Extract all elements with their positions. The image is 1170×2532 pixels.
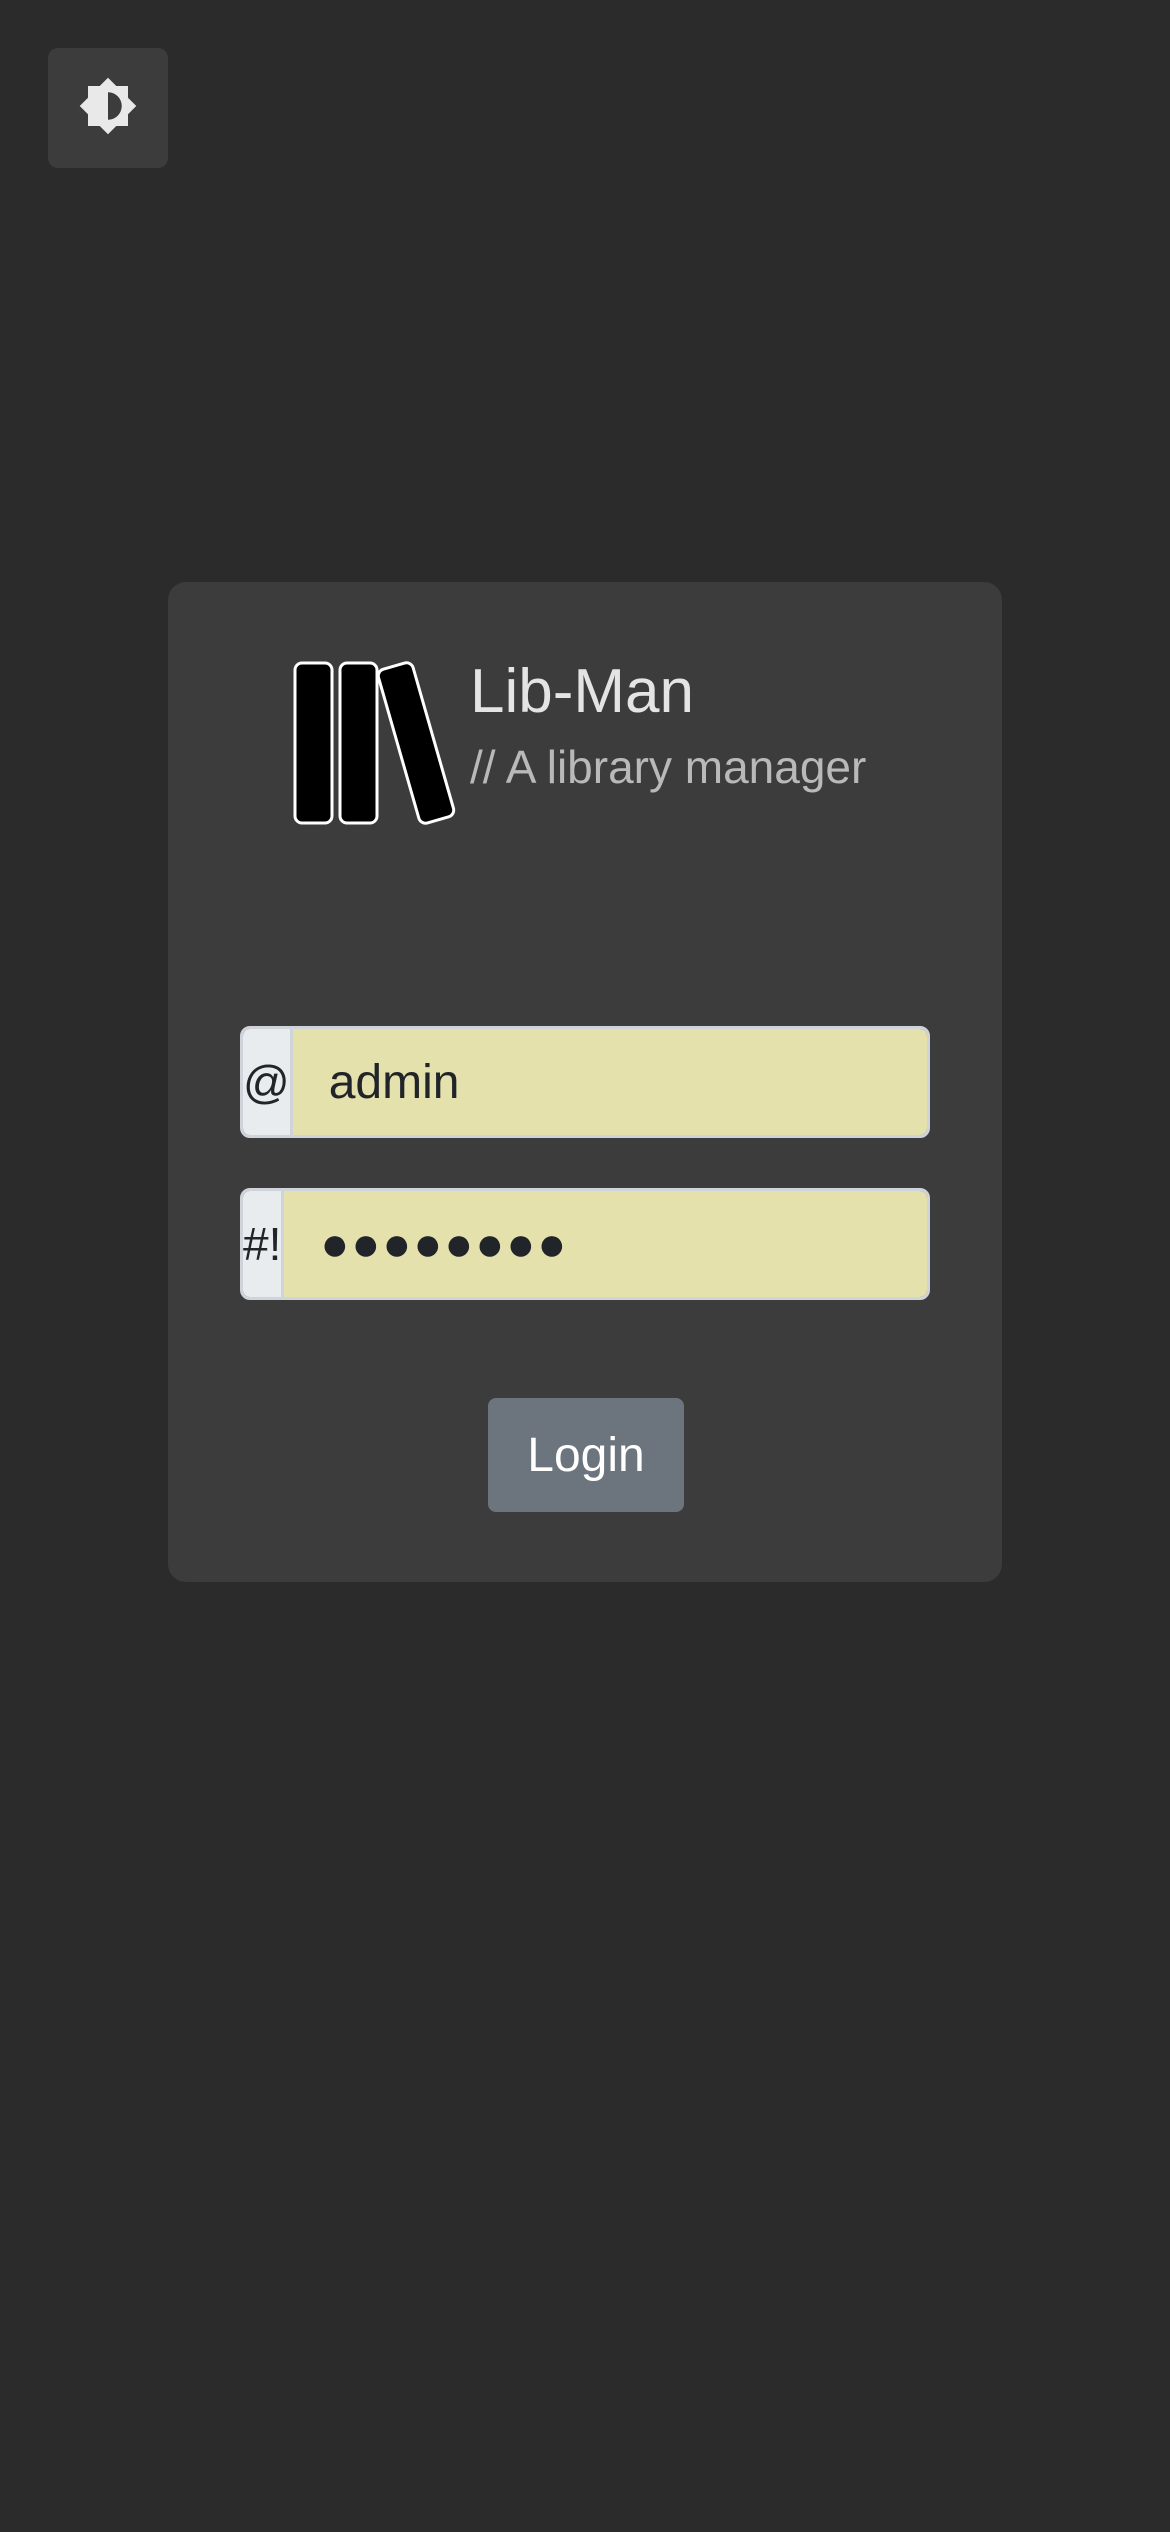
- username-addon: @: [243, 1029, 293, 1135]
- password-group: #!: [240, 1188, 930, 1300]
- brightness-contrast-icon: [78, 76, 138, 141]
- password-addon: #!: [243, 1191, 285, 1297]
- username-group: @: [240, 1026, 930, 1138]
- brand-header: Lib-Man // A library manager: [292, 657, 867, 835]
- books-icon: [292, 660, 462, 835]
- app-subtitle: // A library manager: [470, 741, 867, 794]
- login-card: Lib-Man // A library manager @ #! Login: [168, 582, 1002, 1582]
- username-input[interactable]: [292, 1029, 927, 1135]
- theme-toggle-button[interactable]: [48, 48, 168, 168]
- brand-text: Lib-Man // A library manager: [470, 657, 867, 794]
- app-title: Lib-Man: [470, 657, 694, 726]
- login-button[interactable]: Login: [488, 1398, 684, 1512]
- password-input[interactable]: [284, 1191, 927, 1297]
